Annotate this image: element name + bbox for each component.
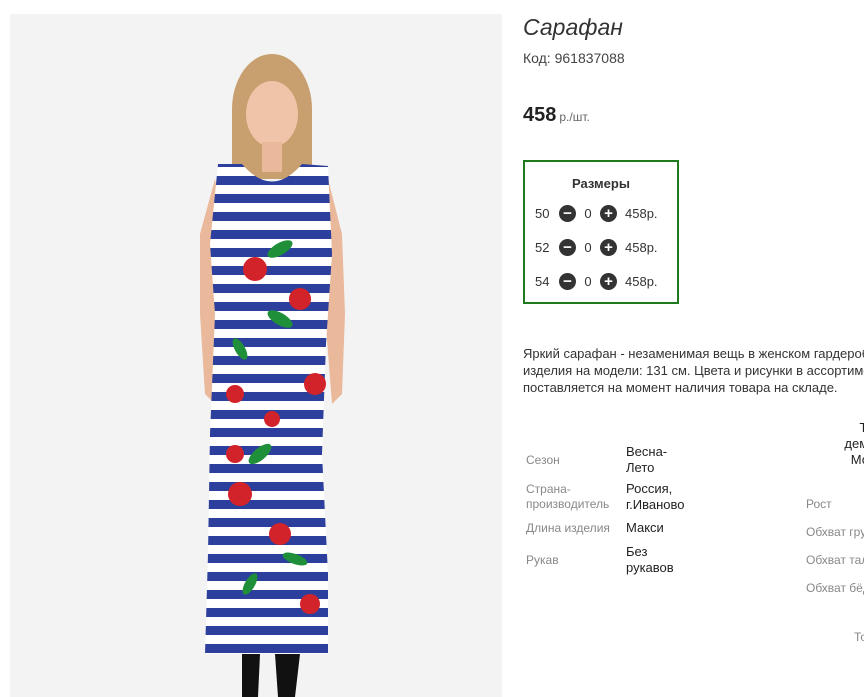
spec-value: Весна-Лето — [626, 444, 668, 475]
increase-quantity-button[interactable]: + — [600, 272, 617, 290]
model-title-line: Т — [859, 420, 864, 435]
size-row: 52 − 0 + 458р. — [535, 236, 658, 258]
model-title-line: Мод — [850, 452, 864, 467]
plus-icon: + — [604, 238, 613, 256]
decrease-quantity-button[interactable]: − — [559, 272, 576, 290]
spec-label: Рукав — [526, 553, 559, 567]
spec-label: Страна-производитель — [526, 482, 610, 511]
spec-label: Длина изделия — [526, 521, 610, 535]
spec-value: Макси — [626, 520, 664, 535]
quantity-value: 0 — [584, 273, 592, 289]
price-amount: 458 — [523, 104, 557, 126]
price-unit: р./шт. — [559, 110, 590, 124]
increase-quantity-button[interactable]: + — [600, 204, 617, 222]
size-price: 458р. — [625, 205, 658, 221]
model-row-label: Рост — [806, 497, 832, 511]
quantity-value: 0 — [584, 205, 592, 221]
spec-value: Без рукавов — [626, 544, 674, 575]
size-price: 458р. — [625, 239, 658, 255]
model-row-label: Обхват гру — [806, 525, 864, 539]
model-row-label: Обхват тал — [806, 553, 864, 567]
minus-icon: − — [563, 204, 572, 222]
size-label: 50 — [535, 205, 550, 221]
minus-icon: − — [563, 238, 572, 256]
size-row: 50 − 0 + 458р. — [535, 202, 658, 224]
sizes-selector: Размеры 50 − 0 + 458р. 52 − 0 + 458р. 54… — [523, 160, 679, 304]
decrease-quantity-button[interactable]: − — [559, 238, 576, 256]
model-measurements: Т демон Мод Рост Обхват гру Обхват тал О… — [806, 0, 864, 697]
model-table-title: Т демон Мод — [806, 420, 864, 468]
product-title: Сарафан — [523, 14, 623, 40]
increase-quantity-button[interactable]: + — [600, 238, 617, 256]
size-price: 458р. — [625, 273, 658, 289]
sizes-title: Размеры — [572, 176, 630, 191]
product-price: 458 р./шт. — [523, 104, 590, 127]
size-label: 54 — [535, 273, 550, 289]
size-label: 52 — [535, 239, 550, 255]
product-photo[interactable] — [10, 14, 502, 697]
minus-icon: − — [563, 272, 572, 290]
spec-label: Сезон — [526, 453, 560, 467]
product-code: Код: 961837088 — [523, 50, 625, 66]
model-row-label: То — [854, 630, 864, 644]
decrease-quantity-button[interactable]: − — [559, 204, 576, 222]
spec-value: Россия, г.Иваново — [626, 481, 685, 512]
plus-icon: + — [604, 272, 613, 290]
size-row: 54 − 0 + 458р. — [535, 270, 658, 292]
model-title-line: демон — [844, 436, 864, 451]
model-row-label: Обхват бёд — [806, 581, 864, 595]
dress-model-image — [200, 54, 345, 697]
quantity-value: 0 — [584, 239, 592, 255]
plus-icon: + — [604, 204, 613, 222]
